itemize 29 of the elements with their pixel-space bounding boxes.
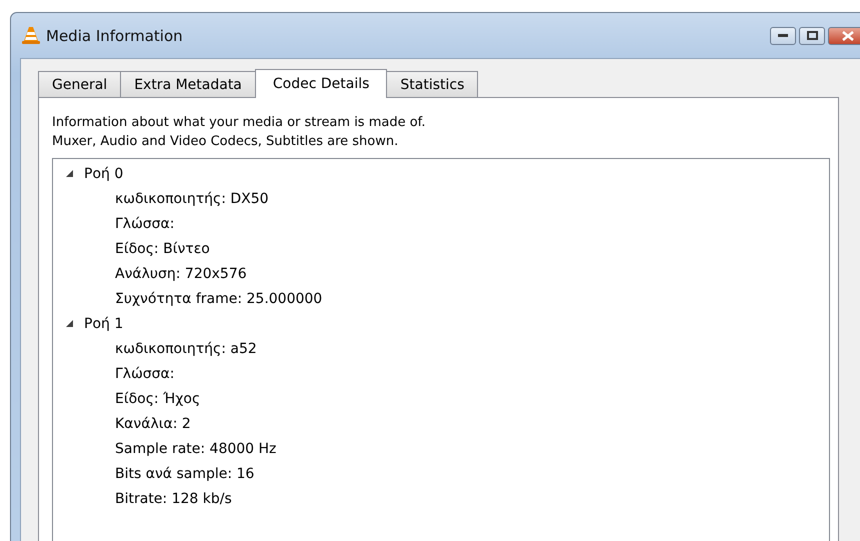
tree-item[interactable]: Ροή 1 — [84, 316, 124, 332]
tree-item[interactable]: Συχνότητα frame: 25.000000 — [115, 290, 322, 306]
tree-item[interactable]: Είδος: Ήχος — [115, 390, 200, 406]
close-icon — [842, 30, 854, 40]
description-text: Information about what your media or stream is made of. Muxer, Audio and Video Codecs, Subtitles are shown. — [52, 114, 426, 151]
close-button[interactable] — [828, 26, 860, 44]
tree-item[interactable]: Bitrate: 128 kb/s — [115, 490, 232, 506]
tree-item[interactable]: Ανάλυση: 720x576 — [115, 266, 247, 282]
tab[interactable]: Statistics — [386, 71, 478, 97]
tree-item[interactable]: Ροή 0 — [84, 166, 124, 182]
tree-item[interactable]: κωδικοποιητής: DX50 — [115, 190, 269, 206]
tree-item[interactable]: Κανάλια: 2 — [115, 416, 191, 432]
window-title: Media Information — [46, 26, 183, 44]
maximize-icon — [806, 31, 818, 40]
tree-item[interactable]: Sample rate: 48000 Hz — [115, 440, 276, 456]
minimize-button[interactable] — [770, 26, 796, 44]
minimize-icon — [778, 34, 788, 38]
tab[interactable]: Codec Details — [254, 69, 388, 98]
tab[interactable]: Extra Metadata — [120, 71, 256, 97]
tree-item[interactable]: Γλώσσα: — [115, 366, 174, 382]
tree-item[interactable]: Γλώσσα: — [115, 216, 174, 232]
expanded-triangle-icon[interactable] — [65, 169, 74, 178]
expanded-triangle-icon[interactable] — [65, 319, 74, 328]
traffic-cone-icon — [22, 26, 40, 45]
tree-item[interactable]: Είδος: Βίντεο — [115, 240, 210, 256]
tab[interactable]: General — [38, 71, 122, 97]
tree-item[interactable]: Bits ανά sample: 16 — [115, 466, 254, 482]
maximize-button[interactable] — [799, 26, 825, 44]
tree-item[interactable]: κωδικοποιητής: a52 — [115, 340, 257, 356]
